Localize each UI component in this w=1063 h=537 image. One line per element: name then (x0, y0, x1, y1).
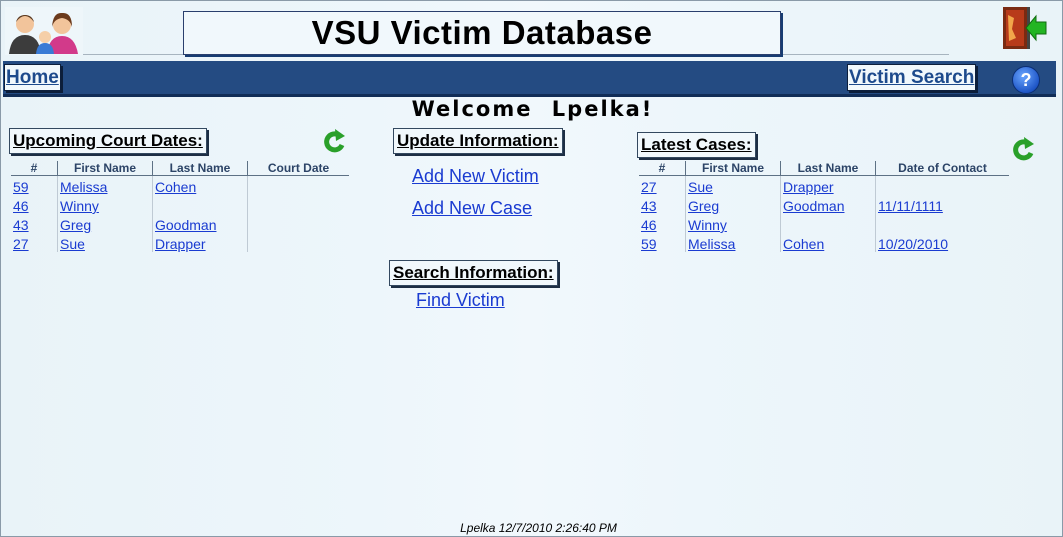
footer-timestamp: Lpelka 12/7/2010 2:26:40 PM (460, 521, 617, 535)
page-frame: VSU Victim Database Home Victim Search ?… (0, 0, 1063, 537)
case-id-link[interactable]: 43 (641, 198, 657, 214)
first-name-link[interactable]: Winny (688, 217, 727, 233)
page-title-text: VSU Victim Database (311, 14, 653, 51)
search-information-title: Search Information: (389, 260, 558, 286)
table-row: 59 Melissa Cohen (11, 175, 349, 195)
welcome-message: Welcome Lpelka! (411, 97, 654, 121)
refresh-icon[interactable] (1010, 135, 1036, 163)
case-id-link[interactable]: 59 (13, 179, 29, 195)
column-header: # (11, 161, 58, 176)
family-people-icon (5, 7, 83, 55)
case-id-link[interactable]: 27 (13, 236, 29, 252)
case-id-link[interactable]: 43 (13, 217, 29, 233)
case-id-link[interactable]: 27 (641, 179, 657, 195)
first-name-link[interactable]: Greg (60, 217, 91, 233)
find-victim-link[interactable]: Find Victim (416, 290, 505, 311)
last-name-link[interactable]: Drapper (783, 179, 834, 195)
nav-bar: Home Victim Search ? (3, 61, 1056, 97)
add-new-case-link[interactable]: Add New Case (412, 198, 532, 219)
column-header: First Name (685, 161, 781, 176)
table-row: 46 Winny (11, 195, 349, 214)
column-header: First Name (57, 161, 153, 176)
last-name-link[interactable]: Goodman (783, 198, 844, 214)
add-new-victim-link[interactable]: Add New Victim (412, 166, 539, 187)
table-header-row: # First Name Last Name Date of Contact (639, 161, 1009, 176)
case-id-link[interactable]: 59 (641, 236, 657, 252)
date-of-contact-link[interactable]: 10/20/2010 (878, 236, 948, 252)
last-name-link[interactable]: Cohen (783, 236, 824, 252)
victim-search-link[interactable]: Victim Search (847, 64, 977, 91)
table-header-row: # First Name Last Name Court Date (11, 161, 349, 176)
table-row: 43 Greg Goodman 11/11/1111 (639, 195, 1009, 214)
last-name-link[interactable]: Cohen (155, 179, 196, 195)
column-header: Date of Contact (875, 161, 1009, 176)
last-name-link[interactable]: Goodman (155, 217, 216, 233)
date-of-contact-link[interactable]: 11/11/1111 (878, 198, 943, 214)
last-name-link[interactable]: Drapper (155, 236, 206, 252)
column-header: Last Name (780, 161, 876, 176)
court-dates-title: Upcoming Court Dates: (9, 128, 207, 154)
case-id-link[interactable]: 46 (13, 198, 29, 214)
table-row: 27 Sue Drapper (639, 175, 1009, 195)
latest-cases-table: # First Name Last Name Date of Contact 2… (639, 161, 1009, 252)
table-row: 43 Greg Goodman (11, 214, 349, 233)
column-header: # (639, 161, 686, 176)
column-header: Court Date (247, 161, 349, 176)
first-name-link[interactable]: Winny (60, 198, 99, 214)
first-name-link[interactable]: Melissa (688, 236, 735, 252)
page-title: VSU Victim Database (183, 11, 781, 55)
table-row: 46 Winny (639, 214, 1009, 233)
refresh-icon[interactable] (321, 127, 347, 155)
exit-door-icon[interactable] (1000, 5, 1048, 51)
case-id-link[interactable]: 46 (641, 217, 657, 233)
help-icon[interactable]: ? (1012, 66, 1040, 94)
latest-cases-title: Latest Cases: (637, 132, 756, 158)
table-row: 27 Sue Drapper (11, 233, 349, 252)
home-link[interactable]: Home (4, 64, 61, 91)
table-row: 59 Melissa Cohen 10/20/2010 (639, 233, 1009, 252)
first-name-link[interactable]: Sue (688, 179, 713, 195)
first-name-link[interactable]: Melissa (60, 179, 107, 195)
first-name-link[interactable]: Sue (60, 236, 85, 252)
court-dates-table: # First Name Last Name Court Date 59 Mel… (11, 161, 349, 252)
update-information-title: Update Information: (393, 128, 563, 154)
column-header: Last Name (152, 161, 248, 176)
first-name-link[interactable]: Greg (688, 198, 719, 214)
